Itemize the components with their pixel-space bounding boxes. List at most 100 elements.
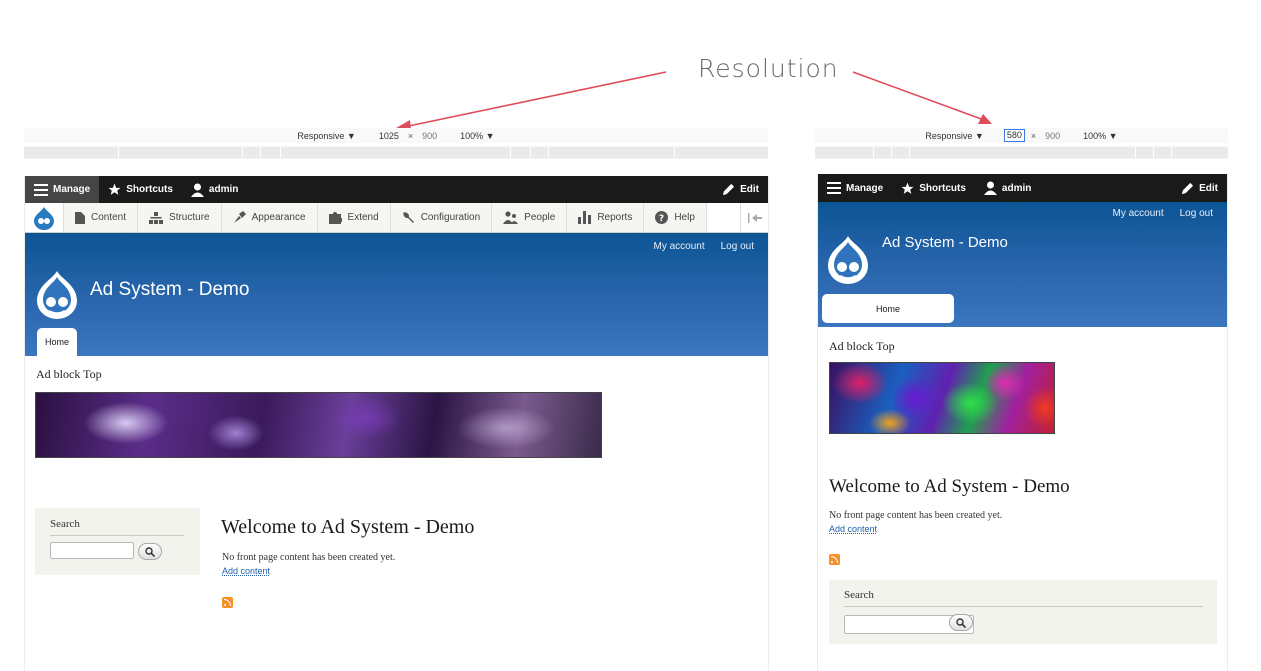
right-viewport: Manage Shortcuts admin Edit My account L… [817,174,1228,671]
admin-tray: Content Structure Appearance Extend Conf… [25,203,768,233]
tray-structure[interactable]: Structure [138,203,222,232]
no-content-message: No front page content has been created y… [222,552,396,563]
tray-reports[interactable]: Reports [567,203,645,232]
tray-people[interactable]: People [492,203,568,232]
tray-content[interactable]: Content [64,203,139,232]
tray-appearance[interactable]: Appearance [221,203,318,232]
svg-text:?: ? [659,214,664,224]
tray-label: Help [674,212,695,223]
tray-help[interactable]: ? Help [644,203,707,232]
secondary-menu: My account Log out [653,241,754,252]
secondary-menu: My account Log out [1112,208,1213,219]
shortcuts-label: Shortcuts [919,182,966,194]
site-header: My account Log out Ad System - Demo Home [818,202,1227,327]
structure-icon [149,211,164,224]
collapse-icon [747,212,762,223]
manage-button[interactable]: Manage [818,174,892,202]
search-block: Search [829,580,1217,644]
manage-button[interactable]: Manage [25,176,100,203]
user-icon [983,181,997,195]
shortcuts-label: Shortcuts [126,184,173,195]
hamburger-icon [34,183,48,196]
tray-label: People [524,212,556,223]
times-sign: × [407,130,414,141]
page-title: Welcome to Ad System - Demo [829,476,1070,497]
admin-toolbar: Manage Shortcuts admin Edit [818,174,1227,202]
home-tab[interactable]: Home [822,294,954,323]
manage-label: Manage [846,182,884,194]
edit-button[interactable]: Edit [713,176,768,203]
tray-extend[interactable]: Extend [317,203,391,232]
rss-feed-icon[interactable] [829,554,840,565]
tray-label: Extend [347,212,379,223]
people-icon [503,211,519,224]
pencil-icon [723,183,735,196]
tray-label: Configuration [420,212,481,223]
rss-feed-icon[interactable] [222,597,233,608]
site-header: My account Log out Ad System - Demo Home [25,233,768,356]
height-field[interactable]: 900 [419,131,440,141]
responsive-dropdown[interactable]: Responsive ▼ [925,131,983,141]
drupal-logo[interactable] [35,269,79,321]
star-icon [108,183,121,195]
bar-chart-icon [578,211,592,224]
ad-block-title: Ad block Top [829,339,895,353]
document-icon [75,211,85,224]
responsive-dropdown[interactable]: Responsive ▼ [297,131,355,141]
my-account-link[interactable]: My account [1112,208,1163,219]
times-sign: × [1030,130,1037,141]
zoom-dropdown[interactable]: 100% ▼ [460,131,494,141]
device-toolbar-left: Responsive ▼ 1025 × 900 100% ▼ [24,128,768,143]
collapse-tray-button[interactable] [740,203,768,232]
user-label: admin [1001,182,1032,194]
admin-toolbar: Manage Shortcuts admin Edit [25,176,768,203]
tray-label: Reports [597,212,633,223]
search-block: Search [35,508,200,575]
add-content-link[interactable]: Add content [222,566,270,576]
drupal-logo[interactable] [826,234,870,286]
site-name[interactable]: Ad System - Demo [90,279,249,301]
device-toolbar-right: Responsive ▼ 580 × 900 100% ▼ [815,128,1228,143]
my-account-link[interactable]: My account [653,241,704,252]
tray-label: Structure [169,212,210,223]
search-block-title: Search [844,589,874,601]
logout-link[interactable]: Log out [1180,208,1213,219]
annotation-label: Resolution [698,54,839,83]
user-label: admin [208,184,239,195]
tray-configuration[interactable]: Configuration [390,203,493,232]
ad-banner-image[interactable] [35,392,602,458]
no-content-message: No front page content has been created y… [829,510,1003,521]
drupal-drop-icon [34,206,54,230]
pencil-icon [1182,182,1194,194]
width-field[interactable]: 580 [1003,129,1025,142]
drupal-home-link[interactable] [25,203,64,232]
search-input[interactable] [50,542,134,559]
home-tab[interactable]: Home [37,328,77,356]
tray-label: Content [91,212,127,223]
search-block-title: Search [50,518,80,530]
user-button[interactable]: admin [182,176,247,203]
search-icon [956,617,966,628]
brush-icon [233,211,246,223]
ad-block-title: Ad block Top [36,367,102,381]
edit-label: Edit [740,184,759,195]
add-content-link[interactable]: Add content [829,524,877,534]
edit-button[interactable]: Edit [1172,174,1227,202]
help-icon: ? [655,211,669,224]
shortcuts-button[interactable]: Shortcuts [892,174,975,202]
search-button[interactable] [949,614,973,631]
user-button[interactable]: admin [975,174,1040,202]
page-title: Welcome to Ad System - Demo [221,516,475,538]
site-name[interactable]: Ad System - Demo [882,234,1008,251]
zoom-dropdown[interactable]: 100% ▼ [1083,131,1117,141]
wrench-icon [402,212,414,223]
shortcuts-button[interactable]: Shortcuts [99,176,182,203]
edit-label: Edit [1199,182,1218,194]
star-icon [901,182,914,194]
search-button[interactable] [138,543,162,560]
ad-banner-image[interactable] [829,362,1055,434]
width-field[interactable]: 1025 [376,131,402,141]
logout-link[interactable]: Log out [721,241,754,252]
tray-label: Appearance [251,212,306,223]
height-field[interactable]: 900 [1042,131,1063,141]
